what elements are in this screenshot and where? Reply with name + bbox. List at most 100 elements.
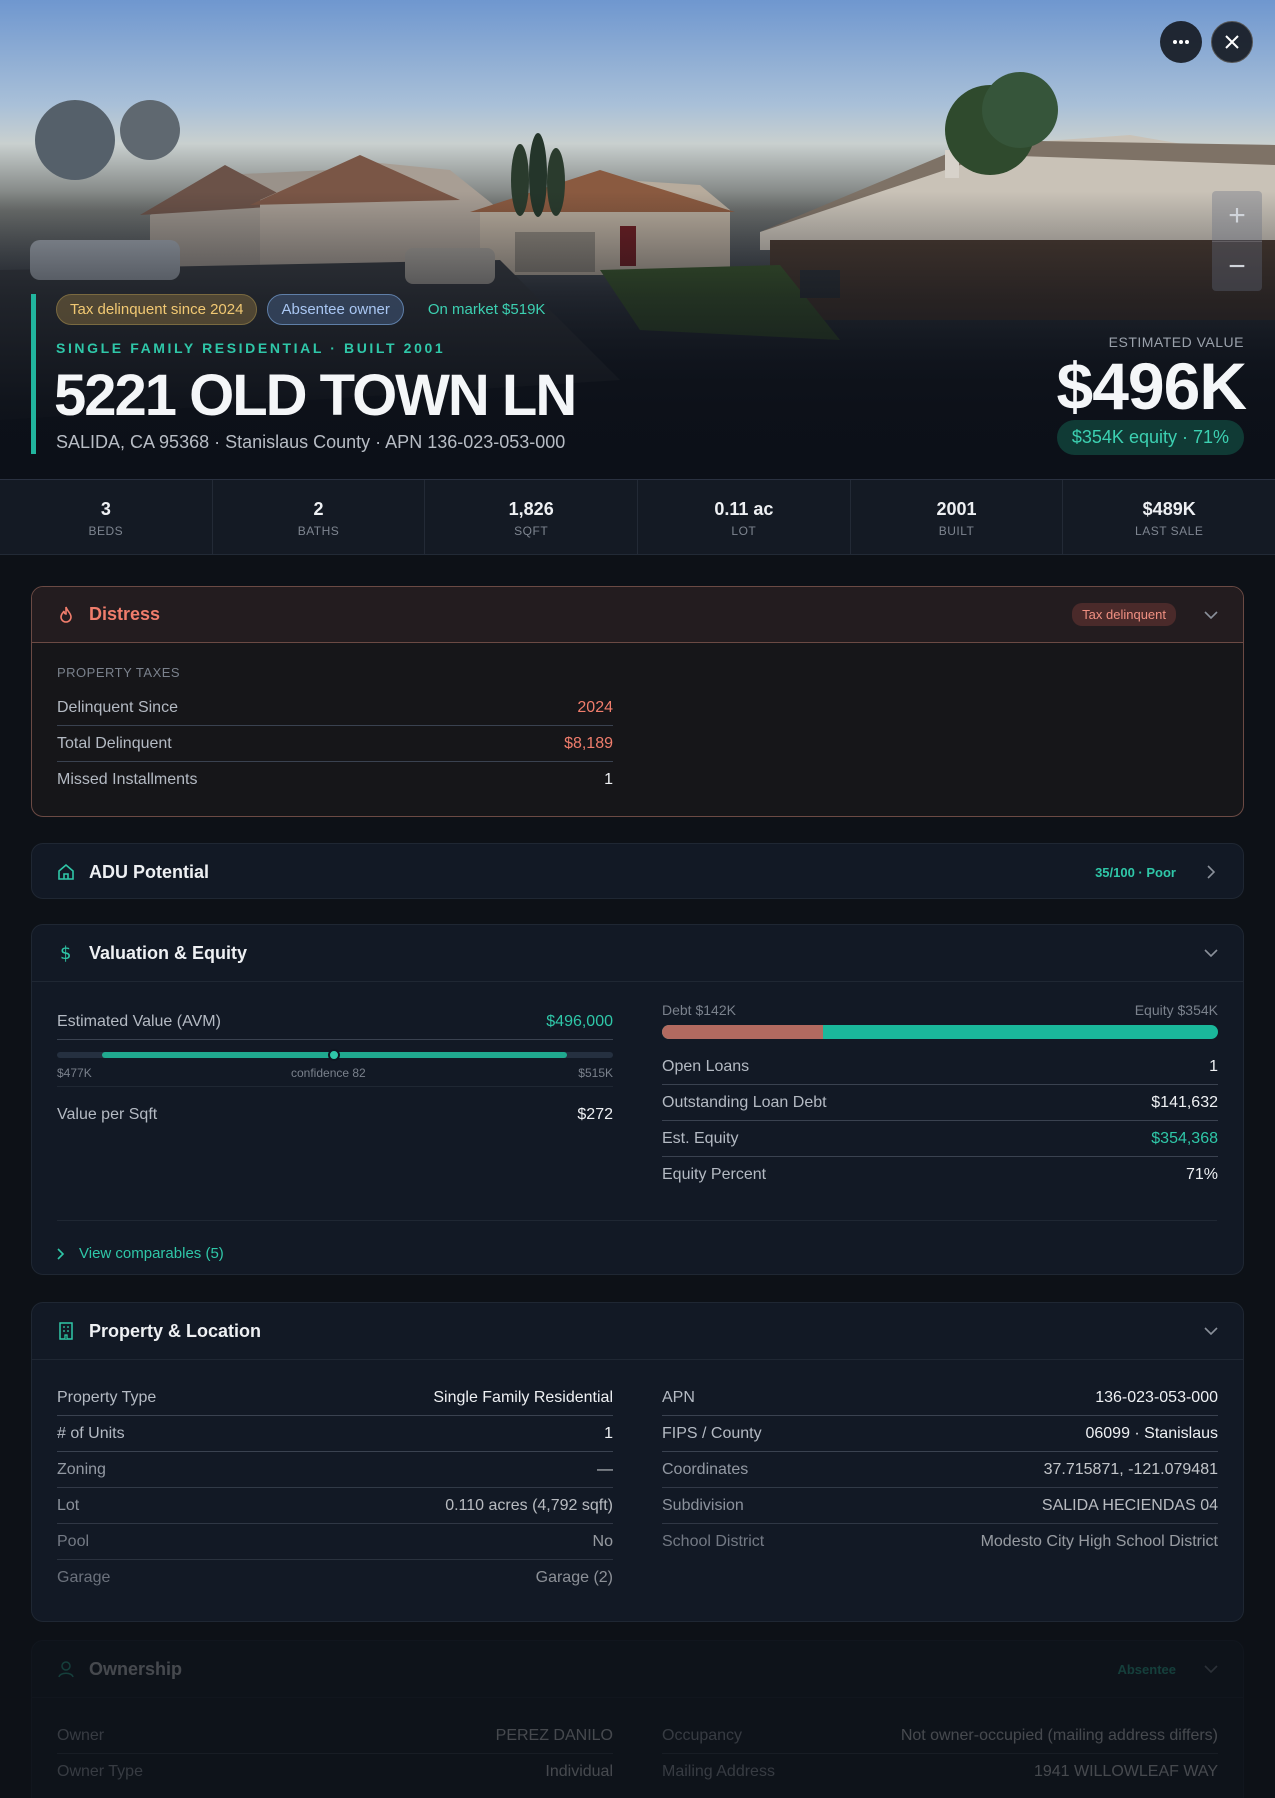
ownership-body: Owner PEREZ DANILO Owner Type Individual O… (32, 1697, 1243, 1798)
table-row: Equity Percent 71% (662, 1166, 1218, 1183)
table-row: Lot 0.110 acres (4,792 sqft) (57, 1488, 613, 1524)
adu-potential-card[interactable]: ADU Potential 35/100 · Poor (31, 843, 1244, 899)
property-right-column: APN 136-023-053-000 FIPS / County 06099 · … (662, 1380, 1218, 1560)
building-icon (57, 1322, 75, 1340)
table-row: Mailing Address 1941 WILLOWLEAF WAY (662, 1763, 1218, 1780)
stat-built: 2001 BUILT (851, 480, 1064, 554)
table-row: FIPS / County 06099 · Stanislaus (662, 1416, 1218, 1452)
property-body: Property Type Single Family Residential #… (32, 1359, 1243, 1621)
hero-street-view: Tax delinquent since 2024 Absentee owner… (0, 0, 1275, 479)
tag-on-market[interactable]: On market $519K (414, 295, 559, 324)
table-row: Coordinates 37.715871, -121.079481 (662, 1452, 1218, 1488)
table-row: Owner PEREZ DANILO (57, 1718, 613, 1754)
adu-header[interactable]: ADU Potential 35/100 · Poor (32, 844, 1243, 898)
range-marker (328, 1049, 340, 1061)
distress-header[interactable]: Distress Tax delinquent (32, 587, 1243, 643)
valuation-header[interactable]: $ Valuation & Equity (32, 925, 1243, 981)
adu-title: ADU Potential (89, 861, 210, 882)
hero-accent-bar (31, 294, 36, 454)
table-row: Pool No (57, 1524, 613, 1560)
stat-beds: 3 BEDS (0, 480, 213, 554)
close-button[interactable] (1211, 21, 1253, 63)
chevron-down-icon[interactable] (1204, 608, 1218, 622)
distress-title: Distress (89, 604, 161, 624)
debt-portion (662, 1025, 824, 1039)
tag-absentee-owner[interactable]: Absentee owner (267, 294, 404, 325)
svg-text:$: $ (60, 943, 71, 963)
ownership-badge: Absentee (1117, 1661, 1176, 1677)
stat-last-sale: $489K LAST SALE (1135, 499, 1204, 538)
debt-label: Debt $142K (662, 1002, 736, 1018)
distress-card: Distress Tax delinquent PROPERTY TAXES D… (31, 586, 1244, 817)
table-row: Total Delinquent $8,189 (57, 726, 613, 762)
chevron-right-icon (57, 1247, 65, 1260)
close-icon (1225, 35, 1239, 49)
more-options-button[interactable] (1160, 21, 1202, 63)
view-comparables-link[interactable]: View comparables (5) (57, 1220, 1217, 1262)
property-location-card: Property & Location Property Type Single … (31, 1302, 1244, 1622)
equity-section: Debt $142K Equity $354K Open Loans 1 Outs… (662, 1002, 1218, 1193)
chevron-down-icon[interactable] (1204, 1324, 1218, 1338)
ownership-right-column: Occupancy Not owner-occupied (mailing add… (662, 1718, 1218, 1790)
zoom-controls: + − (1212, 191, 1262, 291)
tag-tax-delinquent[interactable]: Tax delinquent since 2024 (56, 294, 258, 325)
property-address: 5221 OLD TOWN LN (54, 363, 577, 428)
chevron-down-icon[interactable] (1204, 1662, 1218, 1676)
dollar-icon: $ (57, 943, 75, 963)
zoom-in-button[interactable]: + (1212, 191, 1262, 241)
stat-baths: 2 BATHS (213, 480, 426, 554)
table-row: Value per Sqft $272 (57, 1106, 613, 1123)
zoom-out-button[interactable]: − (1212, 241, 1262, 291)
distress-body: PROPERTY TAXES Delinquent Since 2024 Tota… (32, 643, 1243, 788)
adu-score: 35/100 · Poor (1095, 864, 1176, 880)
equity-bar-labels: Debt $142K Equity $354K (662, 1002, 1218, 1018)
table-row: APN 136-023-053-000 (662, 1380, 1218, 1416)
ownership-title: Ownership (89, 1658, 183, 1679)
ownership-card: Ownership Absentee Owner PEREZ DANILO Own… (31, 1640, 1244, 1798)
chevron-down-icon[interactable] (1204, 946, 1218, 960)
stat-lot: 0.11 ac LOT (638, 480, 851, 554)
confidence-range: $477K confidence 82 $515K (57, 1046, 613, 1082)
avm-section: Estimated Value (AVM) $496,000 $477K conf… (57, 1004, 613, 1143)
ownership-header[interactable]: Ownership Absentee (32, 1641, 1243, 1697)
property-type-line: SINGLE FAMILY RESIDENTIAL · BUILT 2001 (56, 340, 446, 356)
estimated-value: $496K (1056, 349, 1247, 423)
table-row: Property Type Single Family Residential (57, 1380, 613, 1416)
stat-sqft: 1,826 SQFT (425, 480, 639, 554)
equity-pill: $354K equity · 71% (1056, 420, 1244, 455)
table-row: Garage Garage (2) (57, 1569, 613, 1586)
table-row: Outstanding Loan Debt $141,632 (662, 1085, 1218, 1121)
equity-label: Equity $354K (1134, 1002, 1218, 1018)
flame-icon (57, 606, 75, 624)
property-left-column: Property Type Single Family Residential #… (57, 1380, 613, 1596)
table-row: Zoning — (57, 1452, 613, 1488)
table-row: Estimated Value (AVM) $496,000 (57, 1004, 613, 1040)
table-row: Missed Installments 1 (57, 771, 613, 788)
distress-badge: Tax delinquent (1072, 603, 1176, 626)
table-row: Subdivision SALIDA HECIENDAS 04 (662, 1488, 1218, 1524)
property-stats: 3 BEDS 2 BATHS 1,826 SQFT 0.11 ac LOT 2001 BU… (0, 479, 1275, 555)
home-icon (57, 863, 75, 881)
valuation-title: Valuation & Equity (89, 942, 248, 963)
range-confidence: confidence 82 (291, 1066, 366, 1080)
chevron-right-icon[interactable] (1204, 865, 1218, 879)
range-low: $477K (57, 1066, 92, 1080)
hero-tags: Tax delinquent since 2024 Absentee owner… (56, 294, 558, 325)
property-taxes-section: PROPERTY TAXES Delinquent Since 2024 Tota… (57, 665, 613, 798)
table-row: Open Loans 1 (662, 1049, 1218, 1085)
property-title: Property & Location (89, 1320, 262, 1341)
property-taxes-label: PROPERTY TAXES (57, 665, 181, 680)
table-row: School District Modesto City High School … (662, 1533, 1218, 1550)
equity-bar (662, 1025, 1218, 1039)
table-row: Est. Equity $354,368 (662, 1121, 1218, 1157)
ownership-left-column: Owner PEREZ DANILO Owner Type Individual (57, 1718, 613, 1790)
valuation-body: Estimated Value (AVM) $496,000 $477K conf… (32, 981, 1243, 1274)
ellipsis-icon (1173, 40, 1189, 44)
table-row: Occupancy Not owner-occupied (mailing add… (662, 1718, 1218, 1754)
user-icon (57, 1660, 75, 1678)
table-row: Delinquent Since 2024 (57, 690, 613, 726)
property-header[interactable]: Property & Location (32, 1303, 1243, 1359)
valuation-equity-card: $ Valuation & Equity Estimated Value (AV… (31, 924, 1244, 1275)
table-row: Owner Type Individual (57, 1763, 613, 1780)
property-sub-address: SALIDA, CA 95368 · Stanislaus County · A… (56, 432, 566, 452)
